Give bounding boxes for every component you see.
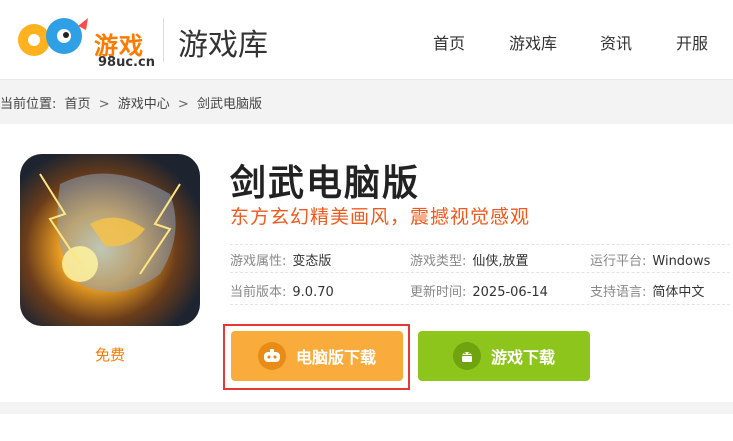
site-header: 游戏 98uc.cn 游戏库 首页 游戏库 资讯 开服 [0,0,733,80]
game-download-label: 游戏下载 [490,348,555,367]
game-download-button[interactable]: 游戏下载 [418,331,590,381]
attr-update-time: 更新时间: 2025-06-14 [410,281,548,300]
nav-servers[interactable]: 开服 [676,30,708,54]
breadcrumb: 当前位置: 首页 > 游戏中心 > 剑武电脑版 [0,93,266,112]
breadcrumb-current: 剑武电脑版 [196,97,262,112]
divider [230,272,730,273]
divider [230,304,730,305]
attr-label: 当前版本: [230,285,287,300]
pc-download-button[interactable]: 电脑版下载 [231,331,403,381]
attr-label: 游戏类型: [410,254,467,269]
breadcrumb-prefix: 当前位置: [0,97,57,112]
nav-game-library[interactable]: 游戏库 [509,30,557,54]
divider [230,244,730,245]
attr-value: 2025-06-14 [472,285,548,300]
nav-news[interactable]: 资讯 [600,30,632,54]
attr-platform: 运行平台: Windows [590,250,710,269]
attr-value: 9.0.70 [292,285,334,300]
attr-label: 更新时间: [410,285,467,300]
attr-version: 当前版本: 9.0.70 [230,281,334,300]
dragon-artwork-icon [20,154,200,326]
pc-download-label: 电脑版下载 [295,348,376,367]
android-icon [452,342,481,370]
attr-value: 仙侠,放置 [472,254,529,269]
nav-home[interactable]: 首页 [433,30,465,54]
header-divider [163,18,164,62]
price-label: 免费 [94,346,125,364]
breadcrumb-home[interactable]: 首页 [65,97,91,112]
breadcrumb-separator: > [177,97,189,112]
breadcrumb-separator: > [98,97,110,112]
attr-game-type: 游戏类型: 仙侠,放置 [410,250,529,269]
game-detail-card: 免费 剑武电脑版 东方玄幻精美画风，震撼视觉感观 游戏属性: 变态版 游戏类型: 仙… [0,124,733,402]
game-title: 剑武电脑版 [230,163,421,204]
attr-label: 游戏属性: [230,254,287,269]
attr-label: 支持语言: [590,285,647,300]
attr-game-property: 游戏属性: 变态版 [230,250,331,269]
next-section [0,414,733,441]
game-app-icon [20,154,200,326]
attr-value: Windows [652,254,711,269]
site-title: 游戏库 [178,28,268,63]
attr-value: 简体中文 [652,285,705,300]
gamepad-icon [257,342,286,370]
logo-domain: 98uc.cn [98,55,155,70]
attr-label: 运行平台: [590,254,647,269]
site-logo[interactable]: 游戏 98uc.cn [12,8,155,70]
attr-value: 变态版 [292,254,332,269]
breadcrumb-game-center[interactable]: 游戏中心 [118,97,170,112]
attr-language: 支持语言: 简体中文 [590,281,704,300]
game-slogan: 东方玄幻精美画风，震撼视觉感观 [230,206,531,228]
